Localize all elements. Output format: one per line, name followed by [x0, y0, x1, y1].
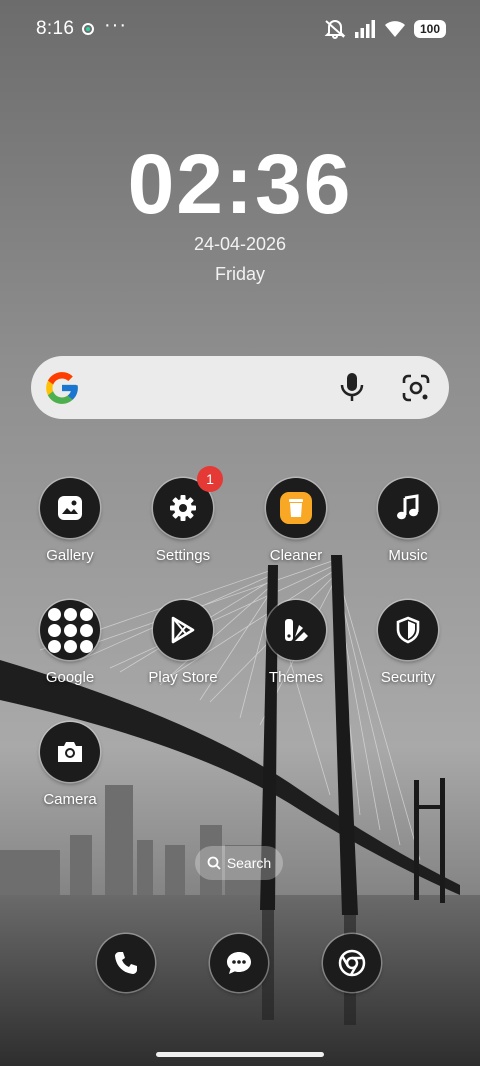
app-play-store[interactable]: Play Store: [128, 600, 238, 686]
dock-messages[interactable]: [210, 934, 268, 992]
status-time: 8:16: [36, 18, 75, 39]
app-label: Google: [45, 669, 95, 686]
dock-chrome[interactable]: [323, 934, 381, 992]
app-cleaner[interactable]: Cleaner: [241, 478, 351, 564]
shield-icon: [378, 600, 438, 660]
app-settings[interactable]: 1 Settings: [128, 466, 238, 564]
clock-day: Friday: [214, 264, 265, 284]
app-label: Security: [380, 669, 436, 686]
clock-date: 24-04-2026: [193, 234, 287, 254]
folder-icon: [40, 600, 100, 660]
app-folder-google[interactable]: Google: [15, 600, 125, 686]
themes-icon: [266, 600, 326, 660]
notification-badge: 1: [197, 466, 223, 492]
phone-icon: [115, 952, 137, 974]
app-label: Themes: [268, 669, 324, 686]
folder-preview: [47, 607, 93, 653]
app-label: Settings: [155, 547, 211, 564]
mute-icon: [324, 20, 346, 39]
search-icon: [207, 856, 221, 870]
app-camera[interactable]: Camera: [15, 722, 125, 808]
clock-widget[interactable]: 02:36 24-04-2026 Friday: [0, 138, 480, 285]
notification-dot-icon: [82, 23, 94, 35]
app-label: Music: [388, 547, 428, 564]
app-label: Gallery: [46, 547, 94, 564]
gesture-nav-handle[interactable]: [156, 1052, 324, 1057]
chrome-icon: [338, 949, 366, 977]
more-notifications-icon: ···: [104, 14, 127, 36]
signal-icon: [355, 20, 375, 38]
app-label: Camera: [43, 791, 97, 808]
trash-icon: [266, 478, 326, 538]
gear-icon: 1: [153, 466, 223, 538]
play-store-icon: [153, 600, 213, 660]
search-pill-label: Search: [226, 855, 272, 871]
app-themes[interactable]: Themes: [241, 600, 351, 686]
app-security[interactable]: Security: [353, 600, 463, 686]
wifi-icon: [385, 21, 405, 37]
battery-indicator: 100: [414, 20, 446, 38]
camera-icon: [40, 722, 100, 782]
gallery-icon: [40, 478, 100, 538]
app-search-pill[interactable]: Search: [195, 846, 283, 880]
music-note-icon: [378, 478, 438, 538]
google-lens-icon[interactable]: [401, 373, 431, 403]
dock-phone[interactable]: [97, 934, 155, 992]
clock-time: 02:36: [127, 137, 353, 231]
google-search-bar[interactable]: [31, 356, 449, 419]
microphone-icon[interactable]: [337, 371, 367, 403]
google-logo-icon: [46, 372, 78, 404]
app-gallery[interactable]: Gallery: [15, 478, 125, 564]
messages-icon: [227, 952, 251, 974]
app-label: Cleaner: [269, 547, 323, 564]
app-label: Play Store: [148, 669, 218, 686]
app-music[interactable]: Music: [353, 478, 463, 564]
status-bar: 8:16 ··· 100: [0, 0, 480, 60]
